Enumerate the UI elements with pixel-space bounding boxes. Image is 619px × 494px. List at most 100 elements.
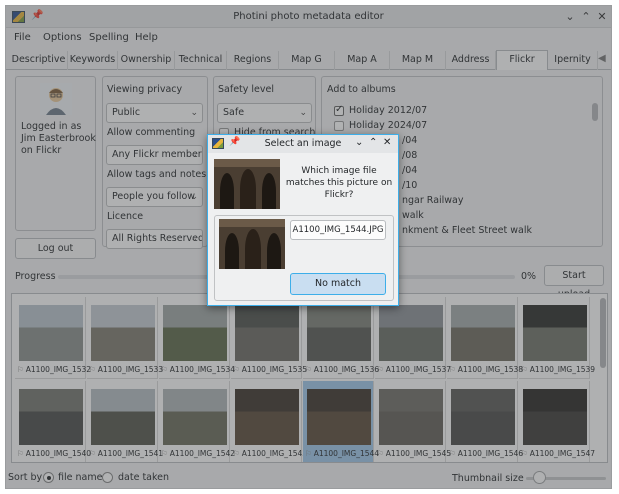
thumbnail-name: A1100_IMG_1535 [241,365,308,374]
dialog-maximize-icon[interactable]: ⌃ [369,137,377,148]
menu-file[interactable]: File [14,32,31,43]
tab-technical[interactable]: Technical [175,51,227,70]
tab-address[interactable]: Address [446,51,496,70]
flag-icon: ⚐ [233,365,240,374]
album-item[interactable]: Holiday 2012/07 [349,105,427,116]
thumbnail-cell[interactable]: ⚐ A1100_IMG_1536 [303,297,379,379]
thumbnail-image [307,305,371,361]
album-checkbox[interactable] [334,121,344,131]
album-item[interactable]: /04 [402,135,417,146]
thumbnail-cell[interactable]: ⚐ A1100_IMG_1544 [303,381,379,462]
album-item[interactable]: /10 [402,180,417,191]
thumbnail-cell[interactable]: ⚐ A1100_IMG_1534 [159,297,235,379]
thumbnail-name: A1100_IMG_1537 [385,365,452,374]
sort-file-name-radio[interactable] [43,472,54,483]
thumbnail-cell[interactable]: ⚐ A1100_IMG_1540 [15,381,91,462]
thumbnail-scrollbar[interactable] [600,298,606,368]
tab-map-g[interactable]: Map G [279,51,335,70]
thumbnail-cell[interactable]: ⚐ A1100_IMG_1533 [87,297,163,379]
thumbnail-image [91,389,155,445]
thumbnail-cell[interactable]: ⚐ A1100_IMG_1537 [375,297,451,379]
tab-descriptive[interactable]: Descriptive [10,51,68,70]
album-item[interactable]: /04 [402,165,417,176]
flag-icon: ⚐ [305,449,312,458]
allow-commenting-label: Allow commenting [107,127,196,138]
candidate-file-button[interactable]: A1100_IMG_1544.JPG [290,220,386,240]
album-item[interactable]: walk [402,210,424,221]
thumbnail-caption: ⚐ A1100_IMG_1545 [377,449,451,458]
tab-flickr[interactable]: Flickr [496,50,548,71]
thumbnail-image [523,305,587,361]
close-icon[interactable]: ✕ [595,10,609,24]
thumbnail-caption: ⚐ A1100_IMG_1536 [305,365,379,374]
logout-button[interactable]: Log out [15,238,96,259]
chevron-down-icon: ⌄ [190,234,198,244]
thumbnail-image [91,305,155,361]
thumbnail-cell[interactable]: ⚐ A1100_IMG_1532 [15,297,91,379]
thumbnail-cell[interactable]: ⚐ A1100_IMG_1543 [231,381,307,462]
thumbnail-name: A1100_IMG_1538 [457,365,524,374]
tab-ipernity[interactable]: Ipernity [548,51,598,70]
viewing-privacy-select[interactable]: Public ⌄ [106,103,203,123]
thumbnail-name: A1100_IMG_1536 [313,365,380,374]
menu-bar: File Options Spelling Help [6,28,611,48]
album-item[interactable]: /08 [402,150,417,161]
licence-select[interactable]: All Rights Reserved ⌄ [106,229,203,249]
flag-icon: ⚐ [161,365,168,374]
thumbnail-image [235,305,299,361]
thumbnail-grid: ⚐ A1100_IMG_1532 ⚐ A1100_IMG_1533 ⚐ A1100_IMG… [11,293,608,463]
thumbnail-caption: ⚐ A1100_IMG_1544 [305,449,379,458]
allow-commenting-select[interactable]: Any Flickr member ⌄ [106,145,203,165]
thumbnail-cell[interactable]: ⚐ A1100_IMG_1542 [159,381,235,462]
allow-tags-select[interactable]: People you follow ⌄ [106,187,203,207]
thumbnail-caption: ⚐ A1100_IMG_1547 [521,449,595,458]
thumbnail-name: A1100_IMG_1546 [457,449,524,458]
thumbnail-cell[interactable]: ⚐ A1100_IMG_1546 [447,381,523,462]
menu-spelling[interactable]: Spelling [89,32,129,43]
thumbnail-cell[interactable]: ⚐ A1100_IMG_1545 [375,381,451,462]
dialog-minimize-icon[interactable]: ⌄ [355,137,363,148]
tab-map-a[interactable]: Map A [335,51,390,70]
safety-level-select[interactable]: Safe ⌄ [217,103,312,123]
thumbnail-cell[interactable]: ⚐ A1100_IMG_1541 [87,381,163,462]
tab-ownership[interactable]: Ownership [118,51,175,70]
sort-date-taken-radio[interactable] [102,472,113,483]
tab-regions[interactable]: Regions [227,51,279,70]
album-item[interactable]: nkment & Fleet Street walk [402,225,532,236]
progress-label: Progress [15,271,56,282]
flag-icon: ⚐ [305,365,312,374]
dialog-close-icon[interactable]: ✕ [383,137,391,148]
thumbnail-caption: ⚐ A1100_IMG_1532 [17,365,91,374]
album-item[interactable]: ngar Railway [402,195,464,206]
title-bar: 📌 Photini photo metadata editor ⌄ ⌃ ✕ [6,6,611,28]
thumbnail-name: A1100_IMG_1540 [25,449,92,458]
thumbnail-cell[interactable]: ⚐ A1100_IMG_1535 [231,297,307,379]
logged-in-line-2: Jim Easterbrook [21,133,96,144]
album-item[interactable]: Holiday 2024/07 [349,120,427,131]
start-upload-button[interactable]: Start upload [544,265,604,300]
thumbnail-caption: ⚐ A1100_IMG_1538 [449,365,523,374]
select-image-dialog: 📌 Select an image ⌄ ⌃ ✕ Which image file… [207,134,399,306]
albums-scrollbar[interactable] [592,103,598,121]
user-box: Logged in as Jim Easterbrook on Flickr [15,76,96,231]
tab-keywords[interactable]: Keywords [68,51,118,70]
menu-options[interactable]: Options [43,32,82,43]
thumbnail-cell[interactable]: ⚐ A1100_IMG_1538 [447,297,523,379]
thumbnail-name: A1100_IMG_1542 [169,449,236,458]
tab-map-m[interactable]: Map M [390,51,446,70]
check-icon: ✓ [335,104,344,115]
chevron-down-icon: ⌄ [190,108,198,118]
no-match-button[interactable]: No match [290,273,386,295]
menu-help[interactable]: Help [135,32,158,43]
minimize-icon[interactable]: ⌄ [563,10,577,23]
album-checkbox-checked[interactable]: ✓ [334,104,344,116]
thumbnail-image [451,305,515,361]
thumbnail-cell[interactable]: ⚐ A1100_IMG_1539 [519,297,595,379]
maximize-icon[interactable]: ⌃ [579,10,593,23]
thumbnail-name: A1100_IMG_1534 [169,365,236,374]
thumbnail-size-slider-handle[interactable] [533,471,546,484]
thumbnail-cell[interactable]: ⚐ A1100_IMG_1547 [519,381,595,462]
thumbnail-name: A1100_IMG_1532 [25,365,92,374]
tab-scroll-left-icon[interactable]: ◀ [598,53,606,64]
thumbnail-name: A1100_IMG_1539 [529,365,596,374]
